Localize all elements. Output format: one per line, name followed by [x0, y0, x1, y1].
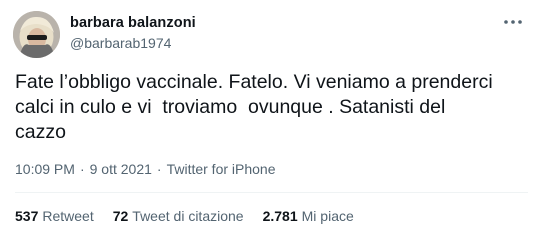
likes-stat[interactable]: 2.781 Mi piace: [263, 208, 354, 224]
likes-label: Mi piace: [301, 208, 354, 224]
more-button[interactable]: [501, 12, 525, 32]
retweets-stat[interactable]: 537 Retweet: [15, 208, 94, 224]
author-handle[interactable]: @barbarab1974: [70, 35, 171, 51]
author-display-name[interactable]: barbara balanzoni: [70, 15, 196, 31]
likes-count: 2.781: [262, 208, 298, 224]
quote-tweets-stat[interactable]: 72 Tweet di citazione: [113, 208, 244, 224]
meta-separator: ·: [156, 161, 162, 177]
quote-tweets-count: 72: [112, 208, 129, 224]
tweet-date[interactable]: 9 ott 2021: [90, 161, 152, 177]
retweets-count: 537: [15, 208, 39, 224]
engagement-stats: 537 Retweet 72 Tweet di citazione 2.781 …: [15, 208, 373, 224]
quote-tweets-label: Tweet di citazione: [132, 208, 244, 224]
tweet-source[interactable]: Twitter for iPhone: [167, 161, 276, 177]
avatar-photo: [13, 11, 60, 58]
tweet-metadata: 10:09 PM · 9 ott 2021 · Twitter for iPho…: [15, 161, 276, 177]
tweet-time[interactable]: 10:09 PM: [15, 161, 75, 177]
divider: [15, 192, 528, 193]
more-horizontal-icon: [504, 20, 522, 24]
retweets-label: Retweet: [42, 208, 94, 224]
tweet-text: Fate l’obbligo vaccinale. Fatelo. Vi ven…: [15, 71, 493, 143]
avatar[interactable]: [13, 11, 60, 58]
meta-separator: ·: [79, 161, 85, 177]
